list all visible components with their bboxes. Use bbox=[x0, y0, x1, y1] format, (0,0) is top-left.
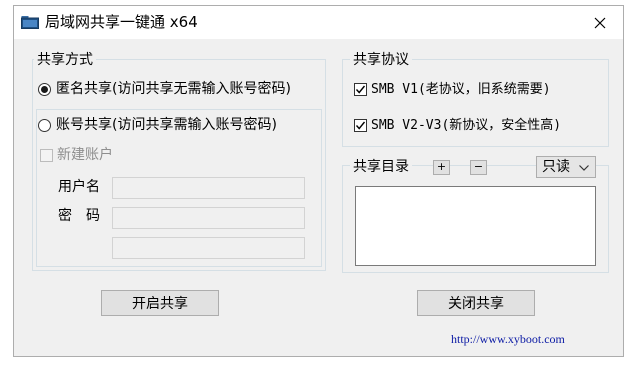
window-title: 局域网共享一键通 x64 bbox=[45, 13, 198, 31]
folder-icon bbox=[21, 16, 39, 29]
confirm-password-field[interactable] bbox=[112, 237, 305, 259]
smb1-checkbox[interactable] bbox=[354, 83, 367, 96]
smb1-label[interactable]: SMB V1(老协议，旧系统需要) bbox=[371, 82, 551, 98]
password-field[interactable] bbox=[112, 207, 305, 229]
close-icon bbox=[594, 17, 606, 28]
account-label[interactable]: 账号共享(访问共享需输入账号密码) bbox=[56, 117, 277, 133]
close-button[interactable] bbox=[577, 6, 623, 39]
website-link[interactable]: http://www.xyboot.com bbox=[451, 332, 565, 347]
chevron-down-icon bbox=[579, 165, 589, 171]
anonymous-radio[interactable] bbox=[38, 83, 51, 96]
remove-directory-button[interactable]: − bbox=[470, 160, 487, 175]
access-mode-select[interactable]: 只读 bbox=[536, 156, 596, 178]
add-directory-button[interactable]: + bbox=[433, 160, 450, 175]
directory-list[interactable] bbox=[355, 186, 596, 266]
access-mode-value: 只读 bbox=[542, 159, 570, 175]
start-share-button[interactable]: 开启共享 bbox=[101, 290, 219, 316]
title-bar: 局域网共享一键通 x64 bbox=[14, 6, 623, 39]
main-window: 局域网共享一键通 x64 共享方式 匿名共享(访问共享无需输入账号密码) 账号共… bbox=[13, 5, 624, 357]
anonymous-label[interactable]: 匿名共享(访问共享无需输入账号密码) bbox=[56, 81, 291, 97]
password-label: 密 码 bbox=[58, 208, 100, 224]
radio-selected-dot bbox=[41, 86, 48, 93]
protocol-title: 共享协议 bbox=[350, 52, 412, 68]
username-field[interactable] bbox=[112, 177, 305, 199]
username-label: 用户名 bbox=[58, 179, 100, 195]
account-radio[interactable] bbox=[38, 119, 51, 132]
new-account-checkbox[interactable] bbox=[40, 149, 53, 162]
smb2-checkbox[interactable] bbox=[354, 119, 367, 132]
check-icon bbox=[355, 121, 366, 130]
stop-share-button[interactable]: 关闭共享 bbox=[417, 290, 535, 316]
new-account-label: 新建账户 bbox=[57, 147, 113, 163]
share-mode-title: 共享方式 bbox=[34, 52, 96, 68]
directory-title: 共享目录 bbox=[350, 159, 412, 175]
smb2-label[interactable]: SMB V2-V3(新协议，安全性高) bbox=[371, 118, 561, 134]
check-icon bbox=[355, 85, 366, 94]
